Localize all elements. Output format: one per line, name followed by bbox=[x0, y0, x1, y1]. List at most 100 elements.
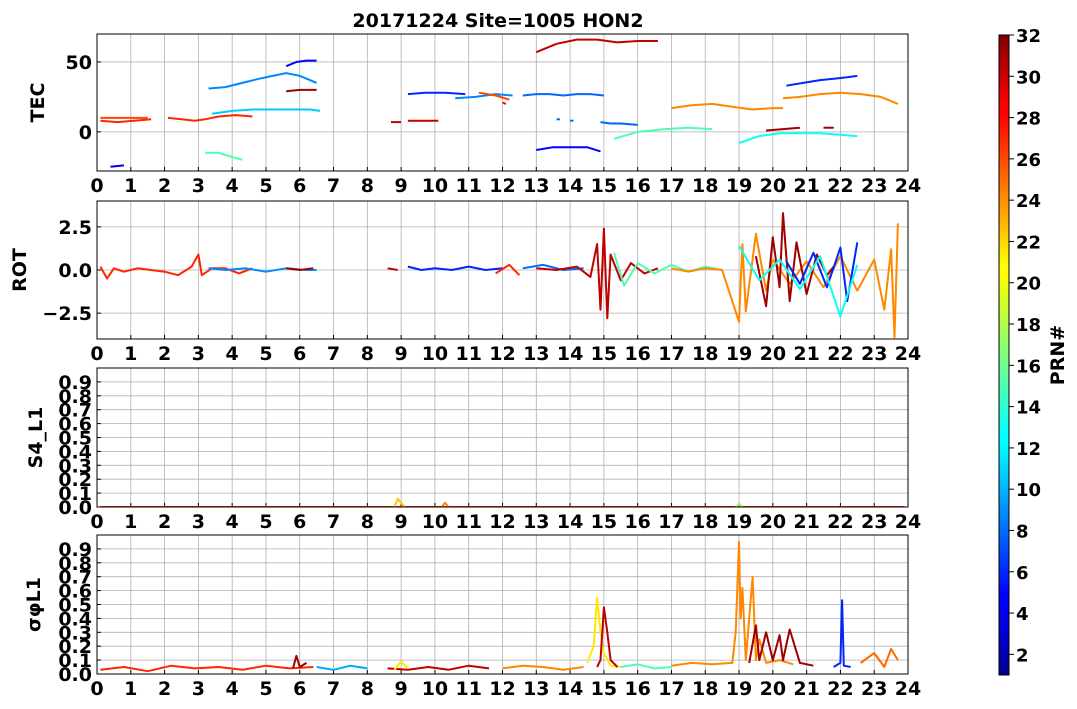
x-tick-label: 8 bbox=[361, 175, 374, 197]
series-line-prn-27 bbox=[100, 664, 314, 673]
series-line-prn-10 bbox=[316, 664, 368, 671]
y-tick-label: 0.0 bbox=[58, 260, 92, 282]
x-tick-label: 7 bbox=[327, 175, 340, 197]
x-tick-label: 11 bbox=[455, 678, 481, 700]
x-tick-label: 6 bbox=[293, 175, 306, 197]
series-line-prn-15 bbox=[205, 151, 243, 161]
x-tick-label: 14 bbox=[557, 511, 583, 533]
x-tick-label: 4 bbox=[226, 175, 239, 197]
colorbar-tick-label: 14 bbox=[1016, 398, 1041, 419]
x-tick-label: 22 bbox=[827, 678, 853, 700]
series-line-prn-8 bbox=[600, 121, 638, 126]
series-group bbox=[100, 38, 899, 168]
x-tick-label: 0 bbox=[90, 511, 103, 533]
x-tick-label: 22 bbox=[827, 511, 853, 533]
colorbar-gradient bbox=[998, 34, 1010, 676]
x-tick-label: 13 bbox=[523, 343, 549, 365]
colorbar-tick-label: 6 bbox=[1016, 563, 1029, 584]
x-tick-label: 15 bbox=[591, 343, 617, 365]
x-tick-label: 0 bbox=[90, 678, 103, 700]
panel-sigma-phi-l1: 0 1 2 3 4 5 6 7 8 9 10 11 12 13 14 15 16 17 18 19 20 21 22 23 24… bbox=[23, 534, 921, 700]
colorbar-tick-label: 12 bbox=[1016, 439, 1041, 460]
y-axis-label: TEC bbox=[27, 83, 49, 123]
x-tick-label: 1 bbox=[124, 678, 137, 700]
x-tick-label: 8 bbox=[361, 343, 374, 365]
y-tick-label: 0.9 bbox=[58, 539, 92, 561]
x-tick-label: 8 bbox=[361, 678, 374, 700]
colorbar-tick-label: 22 bbox=[1016, 232, 1041, 253]
x-tick-label: 13 bbox=[523, 175, 549, 197]
series-line-prn-31 bbox=[766, 126, 800, 132]
x-tick-label: 12 bbox=[489, 343, 515, 365]
panels: 0 1 2 3 4 5 6 7 8 9 10 11 12 13 14 15 16 17 18 19 20 21 22 23 24… bbox=[9, 33, 921, 700]
x-tick-label: 20 bbox=[760, 678, 786, 700]
y-axis-label: ROT bbox=[9, 248, 31, 292]
x-tick-label: 14 bbox=[557, 175, 583, 197]
x-tick-label: 5 bbox=[259, 175, 272, 197]
x-tick-label: 2 bbox=[158, 175, 171, 197]
x-tick-label: 12 bbox=[489, 678, 515, 700]
figure-title: 20171224 Site=1005 HON2 bbox=[352, 10, 643, 32]
x-tick-label: 11 bbox=[455, 175, 481, 197]
x-tick-label: 5 bbox=[259, 343, 272, 365]
x-tick-label: 23 bbox=[861, 175, 887, 197]
x-tick-label: 15 bbox=[591, 511, 617, 533]
series-line-prn-24 bbox=[671, 541, 794, 667]
x-tick-label: 14 bbox=[557, 343, 583, 365]
x-tick-label: 20 bbox=[760, 175, 786, 197]
y-tick-label: 50 bbox=[66, 52, 92, 74]
x-tick-label: 4 bbox=[226, 678, 239, 700]
x-tick-label: 9 bbox=[395, 511, 408, 533]
y-tick-label: 0 bbox=[79, 122, 92, 144]
panel-tec: 0 1 2 3 4 5 6 7 8 9 10 11 12 13 14 15 16 17 18 19 20 21 22 23 24… bbox=[27, 33, 921, 197]
series-line-prn-6 bbox=[407, 91, 466, 96]
x-tick-label: 17 bbox=[658, 511, 684, 533]
series-line-prn-27 bbox=[99, 253, 253, 280]
y-axis-label: σφL1 bbox=[23, 577, 45, 632]
x-tick-label: 14 bbox=[557, 678, 583, 700]
x-tick-label: 19 bbox=[726, 678, 752, 700]
colorbar-tick-label: 20 bbox=[1016, 274, 1041, 295]
colorbar-tick-label: 26 bbox=[1016, 150, 1041, 171]
x-tick-label: 23 bbox=[861, 343, 887, 365]
colorbar-tick-label: 10 bbox=[1016, 480, 1041, 501]
series-line-prn-30 bbox=[535, 38, 658, 54]
series-line-prn-6 bbox=[785, 242, 859, 303]
x-tick-label: 2 bbox=[158, 678, 171, 700]
x-tick-label: 13 bbox=[523, 678, 549, 700]
x-tick-label: 1 bbox=[124, 175, 137, 197]
series-group bbox=[100, 541, 899, 673]
y-tick-label: −2.5 bbox=[42, 303, 92, 325]
x-tick-label: 6 bbox=[293, 343, 306, 365]
colorbar-tick-label: 30 bbox=[1016, 67, 1041, 88]
x-tick-label: 4 bbox=[226, 511, 239, 533]
x-tick-label: 2 bbox=[158, 511, 171, 533]
series-line-prn-27 bbox=[167, 114, 253, 122]
panel-s4-l1: 0 1 2 3 4 5 6 7 8 9 10 11 12 13 14 15 16 17 18 19 20 21 22 23 24… bbox=[25, 367, 921, 533]
x-tick-label: 16 bbox=[624, 511, 650, 533]
x-tick-label: 19 bbox=[726, 511, 752, 533]
x-tick-label: 17 bbox=[658, 678, 684, 700]
x-tick-label: 7 bbox=[327, 678, 340, 700]
x-tick-label: 8 bbox=[361, 511, 374, 533]
series-line-prn-24 bbox=[671, 102, 783, 111]
series-line-prn-5 bbox=[285, 59, 317, 68]
colorbar-tick-label: 18 bbox=[1016, 315, 1041, 336]
x-tick-label: 11 bbox=[455, 511, 481, 533]
colorbar-tick-label: 28 bbox=[1016, 109, 1041, 130]
x-tick-label: 16 bbox=[624, 678, 650, 700]
x-tick-label: 4 bbox=[226, 343, 239, 365]
colorbar-label: PRN# bbox=[1047, 325, 1069, 385]
x-tick-label: 7 bbox=[327, 511, 340, 533]
x-tick-label: 19 bbox=[726, 175, 752, 197]
x-tick-label: 18 bbox=[692, 678, 718, 700]
series-line-prn-6 bbox=[833, 599, 851, 668]
colorbar-tick-label: 8 bbox=[1016, 521, 1029, 542]
series-line-prn-15 bbox=[613, 126, 713, 140]
x-tick-label: 1 bbox=[124, 511, 137, 533]
series-line-prn-4 bbox=[110, 164, 125, 168]
x-tick-label: 9 bbox=[395, 678, 408, 700]
x-tick-label: 16 bbox=[624, 175, 650, 197]
x-tick-label: 3 bbox=[192, 343, 205, 365]
series-line-prn-6 bbox=[786, 74, 858, 87]
